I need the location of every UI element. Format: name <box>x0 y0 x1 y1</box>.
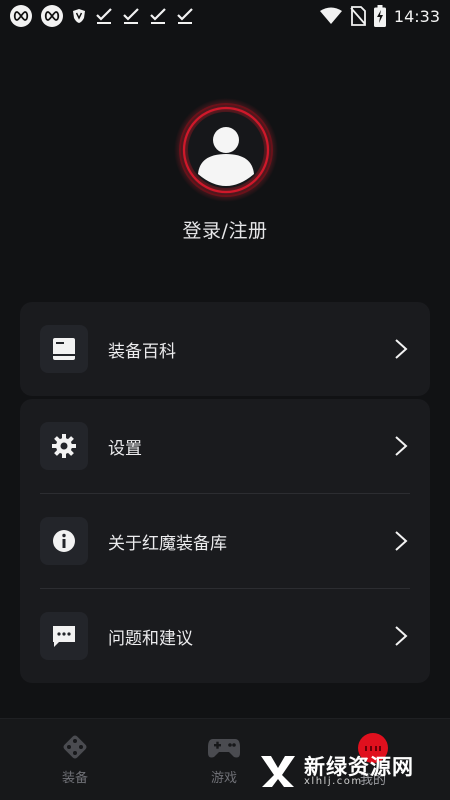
notification-icons <box>10 5 194 27</box>
wifi-icon <box>319 7 342 24</box>
menu-item-settings[interactable]: 设置 <box>20 399 430 493</box>
gear-icon <box>40 422 88 470</box>
menu-label: 关于红魔装备库 <box>108 533 227 554</box>
battery-charging-icon <box>373 5 386 27</box>
menu-item-feedback[interactable]: 问题和建议 <box>20 589 430 683</box>
watermark: 新绿资源网 xlhlj.com <box>258 748 436 794</box>
watermark-text: 新绿资源网 <box>304 754 414 779</box>
clock: 14:33 <box>393 6 440 26</box>
chevron-right-icon <box>392 625 410 647</box>
watermark-domain: xlhlj.com <box>304 775 363 787</box>
download-done-icon <box>96 8 112 24</box>
login-register-link[interactable]: 登录/注册 <box>0 216 450 243</box>
avatar[interactable] <box>174 98 278 202</box>
infinity-app-icon <box>10 5 32 27</box>
nav-label: 游戏 <box>210 771 237 786</box>
feedback-icon <box>40 612 88 660</box>
download-done-icon <box>150 8 166 24</box>
no-sim-icon <box>350 6 366 26</box>
menu-label: 设置 <box>108 438 142 459</box>
menu-label: 问题和建议 <box>108 628 193 649</box>
watermark-logo <box>261 756 295 787</box>
avatar-icon <box>174 98 278 202</box>
system-status: 14:33 <box>319 5 440 27</box>
menu-label: 装备百科 <box>108 341 176 362</box>
menu-item-about[interactable]: 关于红魔装备库 <box>20 494 430 588</box>
dice-icon <box>63 735 87 759</box>
shield-app-icon <box>73 9 85 23</box>
chevron-right-icon <box>392 338 410 360</box>
chevron-right-icon <box>392 530 410 552</box>
download-done-icon <box>123 8 139 24</box>
infinity-app-icon <box>41 5 63 27</box>
nav-tab-games[interactable]: 游戏 <box>189 733 259 786</box>
download-done-icon <box>177 8 193 24</box>
chevron-right-icon <box>392 435 410 457</box>
nav-tab-equipment[interactable]: 装备 <box>40 733 110 786</box>
menu-card-encyclopedia: 装备百科 <box>20 302 430 396</box>
gamepad-icon <box>208 739 240 758</box>
info-icon <box>40 517 88 565</box>
menu-card-main: 设置 关于红魔装备库 问题和建议 <box>20 399 430 683</box>
status-bar: 14:33 <box>0 0 450 32</box>
menu-item-encyclopedia[interactable]: 装备百科 <box>20 302 430 396</box>
book-icon <box>40 325 88 373</box>
nav-label: 装备 <box>61 771 88 786</box>
